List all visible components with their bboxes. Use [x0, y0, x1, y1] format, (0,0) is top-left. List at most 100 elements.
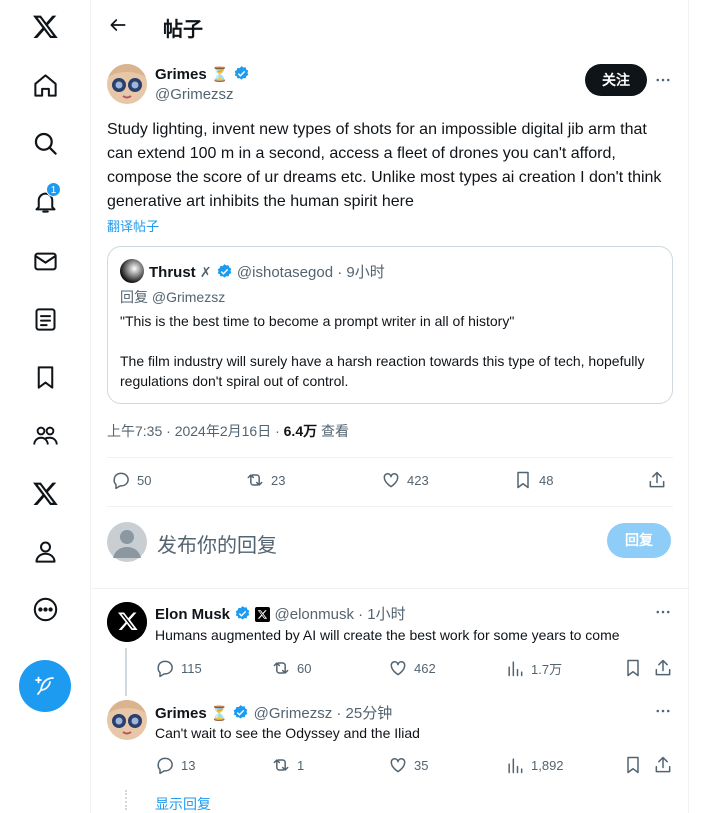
crossed-swords-icon: ✗ [199, 264, 212, 280]
page-header: 帖子 [91, 0, 690, 50]
repost-action[interactable]: 23 [245, 470, 285, 490]
like-action[interactable]: 423 [381, 470, 429, 490]
bookmarks-icon[interactable] [22, 354, 68, 400]
reply-time: · 25分钟 [336, 705, 393, 722]
views-label: 查看 [317, 423, 349, 439]
author-name[interactable]: Grimes [155, 66, 207, 83]
hourglass-emoji: ⏳ [211, 66, 229, 82]
reply-text: Humans augmented by AI will create the b… [155, 627, 620, 643]
like-action[interactable]: 35 [388, 755, 428, 775]
share-icon [649, 471, 665, 488]
x-affiliate-badge-icon [255, 607, 271, 622]
repost-icon [247, 474, 263, 486]
reply-action[interactable]: 50 [111, 470, 151, 490]
reply-author-handle[interactable]: @Grimezsz [254, 705, 333, 722]
more-options-icon[interactable] [651, 699, 675, 723]
quote-avatar [120, 259, 144, 283]
bookmark-action[interactable] [623, 658, 643, 678]
repost-count: 1 [297, 757, 305, 773]
like-count: 462 [414, 660, 436, 676]
repost-icon [273, 759, 289, 771]
x-logo-icon[interactable] [22, 3, 68, 49]
reply-icon [157, 757, 173, 775]
thread-dots [125, 790, 127, 810]
bookmark-action[interactable] [623, 755, 643, 775]
like-action[interactable]: 462 [388, 658, 436, 678]
divider [107, 506, 673, 507]
show-replies-link[interactable]: 显示回复 [155, 794, 211, 813]
quote-time: · 9小时 [337, 264, 385, 281]
avatar[interactable] [107, 64, 147, 104]
lists-icon[interactable] [22, 296, 68, 342]
reply-submit-button[interactable]: 回复 [607, 523, 671, 558]
verified-badge-icon [217, 264, 231, 278]
thread-connector [125, 648, 127, 696]
reply-count: 50 [137, 472, 152, 488]
heart-icon [383, 472, 399, 488]
like-count: 423 [407, 472, 429, 488]
author-handle[interactable]: @Grimezsz [155, 86, 234, 103]
reply-author-name[interactable]: Elon Musk [155, 606, 230, 623]
verified-badge-icon [234, 705, 248, 719]
quote-reply-to: 回复 @Grimezsz [120, 289, 226, 305]
repost-icon [273, 662, 289, 674]
quote-author-row: Thrust ✗ @ishotasegod · 9小时 [149, 261, 385, 282]
post-timestamp[interactable]: 上午7:35 · 2024年2月16日 · [107, 423, 284, 439]
back-arrow-icon[interactable] [105, 12, 131, 38]
views-chart-icon [508, 661, 523, 677]
quoted-post[interactable]: Thrust ✗ @ishotasegod · 9小时 回复 @Grimezsz… [107, 246, 673, 404]
views-action[interactable]: 1.7万 [505, 658, 562, 678]
avatar[interactable] [107, 602, 147, 642]
post-text: Study lighting, invent new types of shot… [107, 121, 662, 210]
reply-action[interactable]: 13 [155, 755, 195, 775]
views-chart-icon [508, 758, 523, 774]
page-title: 帖子 [163, 19, 203, 41]
more-icon[interactable] [22, 586, 68, 632]
communities-icon[interactable] [22, 412, 68, 458]
like-count: 35 [414, 757, 429, 773]
share-action[interactable] [647, 470, 667, 490]
left-nav: 1 [0, 0, 90, 813]
avatar[interactable] [107, 700, 147, 740]
compose-post-button[interactable] [19, 660, 71, 712]
repost-action[interactable]: 60 [271, 658, 311, 678]
views-action[interactable]: 1,892 [505, 755, 564, 775]
share-action[interactable] [653, 658, 673, 678]
share-action[interactable] [653, 755, 673, 775]
reply-input[interactable]: 发布你的回复 [157, 529, 277, 558]
reply-action[interactable]: 115 [155, 658, 202, 678]
share-icon [655, 756, 671, 773]
bookmark-action[interactable]: 48 [513, 470, 553, 490]
profile-icon[interactable] [22, 528, 68, 574]
repost-count: 60 [297, 660, 312, 676]
quote-author-handle: @ishotasegod [236, 264, 334, 281]
reply-icon [113, 472, 129, 490]
messages-icon[interactable] [22, 238, 68, 284]
post-meta: 上午7:35 · 2024年2月16日 · 6.4万 查看 [107, 421, 349, 441]
translate-post-link[interactable]: 翻译帖子 [107, 216, 159, 235]
author-name-row: Grimes ⏳ [155, 65, 250, 84]
heart-icon [390, 660, 406, 676]
reply-author-name[interactable]: Grimes [155, 705, 207, 722]
repost-action[interactable]: 1 [271, 755, 304, 775]
reply-time: · 1小时 [358, 606, 406, 623]
premium-icon[interactable] [22, 470, 68, 516]
verified-badge-icon [234, 66, 249, 80]
bookmark-icon [517, 471, 529, 489]
more-options-icon[interactable] [651, 68, 675, 92]
reply-count: 115 [181, 660, 202, 676]
reply-count: 13 [181, 757, 196, 773]
current-user-avatar [107, 522, 147, 562]
verified-badge-icon [235, 606, 250, 620]
more-options-icon[interactable] [651, 600, 675, 624]
search-icon[interactable] [22, 120, 68, 166]
reply-icon [157, 660, 173, 678]
hourglass-emoji: ⏳ [210, 705, 229, 721]
view-count: 1,892 [531, 757, 564, 773]
share-icon [655, 659, 671, 676]
reply-author-handle[interactable]: @elonmusk [275, 606, 354, 623]
view-count: 6.4万 [283, 423, 318, 439]
home-icon[interactable] [22, 62, 68, 108]
follow-button[interactable]: 关注 [585, 64, 647, 96]
notifications-icon[interactable]: 1 [22, 178, 68, 224]
